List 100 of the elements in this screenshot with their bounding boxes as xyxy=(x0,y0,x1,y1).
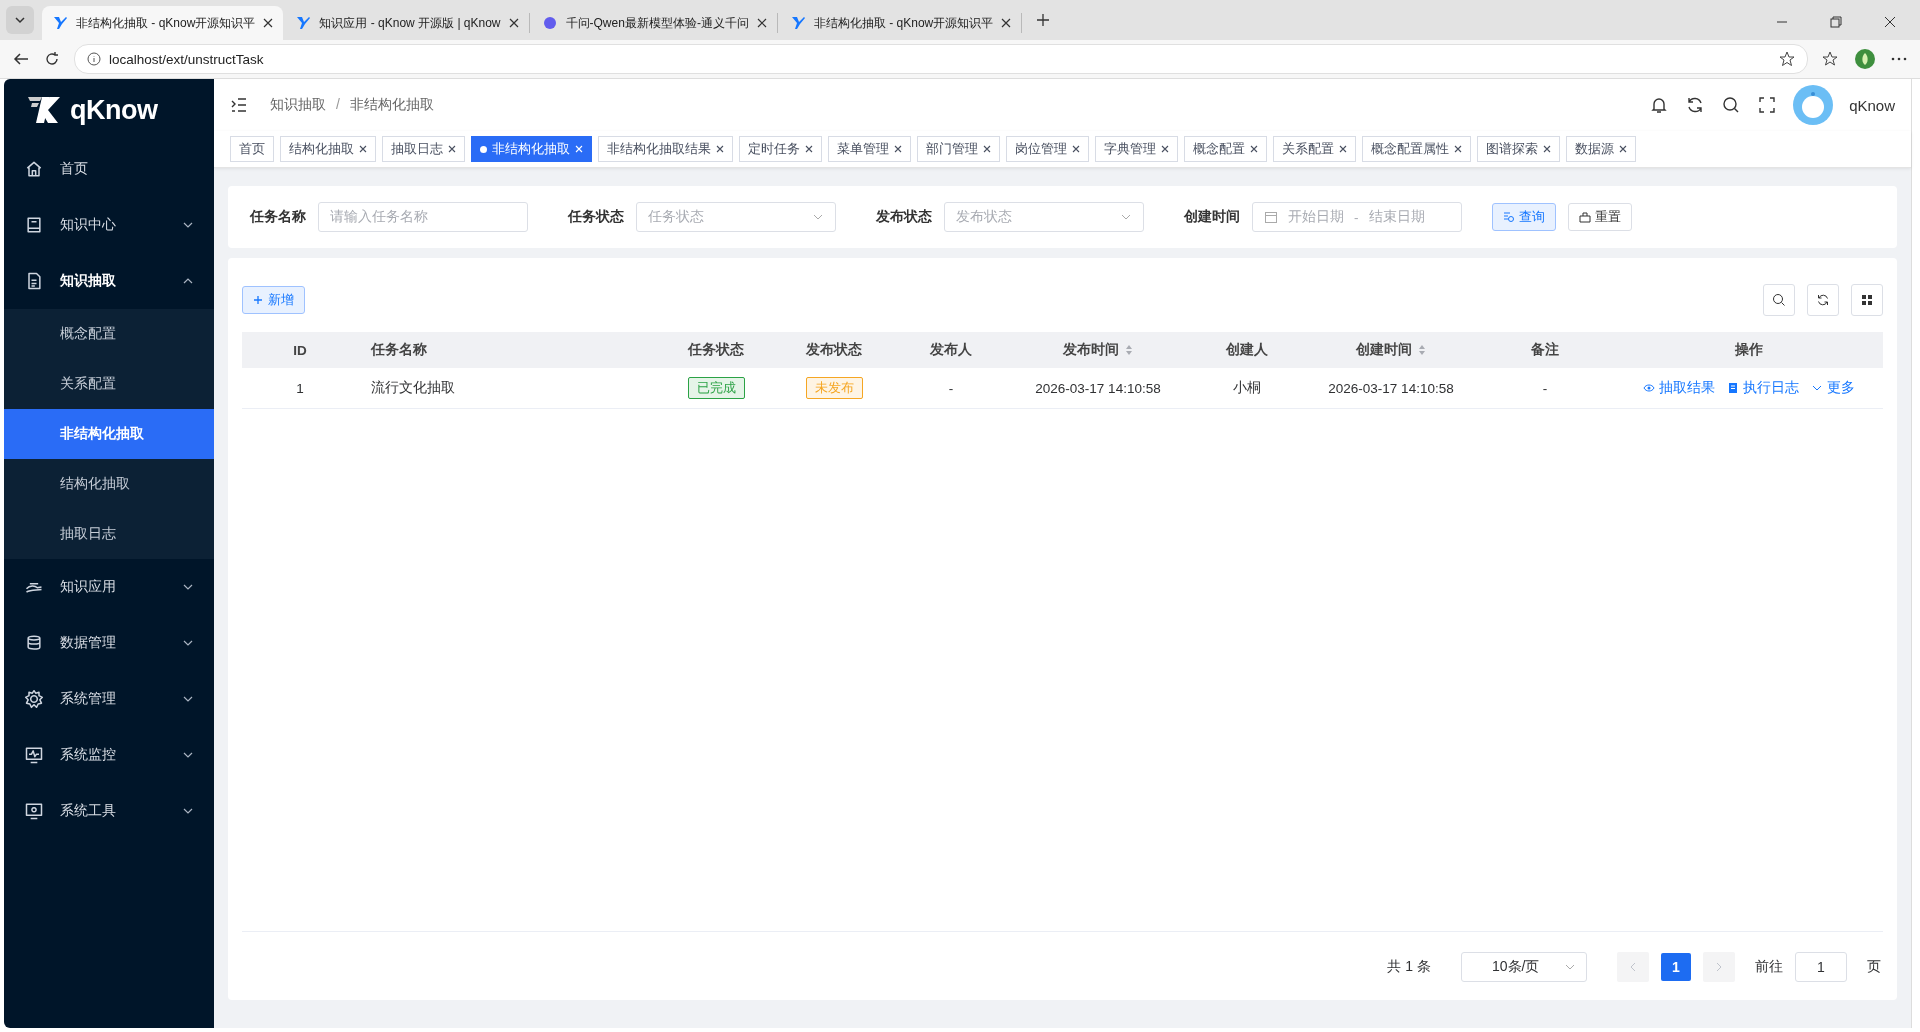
close-icon[interactable] xyxy=(1884,16,1896,28)
close-icon[interactable] xyxy=(1072,145,1080,153)
page-tab[interactable]: 岗位管理 xyxy=(1006,136,1089,162)
user-name[interactable]: qKnow xyxy=(1849,96,1895,114)
menu-item[interactable]: 系统监控 xyxy=(4,727,214,783)
menu-item[interactable]: 数据管理 xyxy=(4,615,214,671)
grid-icon[interactable] xyxy=(1851,284,1883,316)
action-link[interactable]: 执行日志 xyxy=(1726,379,1799,397)
profile-icon[interactable] xyxy=(1854,48,1876,70)
close-icon[interactable] xyxy=(1001,18,1012,28)
submenu-item[interactable]: 关系配置 xyxy=(4,359,214,409)
page-tab[interactable]: 数据源 xyxy=(1566,136,1636,162)
action-link[interactable]: 更多 xyxy=(1810,379,1855,397)
close-icon[interactable] xyxy=(359,145,367,153)
browser-tab[interactable]: 非结构化抽取 - qKnow开源知识平 xyxy=(779,13,1023,33)
document-icon xyxy=(1726,382,1739,394)
column-header: 备注 xyxy=(1530,341,1560,359)
favicon-icon xyxy=(789,15,806,31)
close-icon[interactable] xyxy=(983,145,991,153)
page-tab[interactable]: 首页 xyxy=(230,136,274,162)
address-bar[interactable]: localhost/ext/unstructTask xyxy=(74,44,1808,74)
close-icon[interactable] xyxy=(1543,145,1551,153)
close-icon[interactable] xyxy=(448,145,456,153)
browser-tab[interactable]: 知识应用 - qKnow 开源版 | qKnow xyxy=(285,13,530,33)
fullscreen-icon[interactable] xyxy=(1757,95,1778,115)
submenu-item[interactable]: 抽取日志 xyxy=(4,509,214,559)
page-tab[interactable]: 部门管理 xyxy=(917,136,1000,162)
submenu-item[interactable]: 非结构化抽取 xyxy=(4,409,214,459)
total-count: 共 1 条 xyxy=(1387,958,1431,976)
favicon-icon xyxy=(541,15,558,31)
submenu-item[interactable]: 概念配置 xyxy=(4,309,214,359)
column-header: 发布时间 xyxy=(1008,341,1188,359)
page-tab[interactable]: 菜单管理 xyxy=(828,136,911,162)
submenu-item[interactable]: 结构化抽取 xyxy=(4,459,214,509)
menu-item[interactable]: 系统工具 xyxy=(4,783,214,839)
column-header: 操作 xyxy=(1733,341,1764,359)
add-button[interactable]: 新增 xyxy=(242,286,305,314)
page-tab[interactable]: 概念配置属性 xyxy=(1362,136,1471,162)
page-tab[interactable]: 概念配置 xyxy=(1184,136,1267,162)
breadcrumb-item: 非结构化抽取 xyxy=(349,96,434,114)
breadcrumb-item[interactable]: 知识抽取 xyxy=(270,96,326,114)
tab-list-button[interactable] xyxy=(6,6,34,34)
menu-icon xyxy=(24,801,44,821)
info-icon xyxy=(87,52,101,66)
status-tag: 已完成 xyxy=(687,377,745,399)
field-label: 创建时间 xyxy=(1184,208,1240,226)
column-header: ID xyxy=(292,342,308,358)
table-cell-text: 2026-03-17 14:10:58 xyxy=(1034,380,1162,396)
close-icon[interactable] xyxy=(805,145,813,153)
browser-tab[interactable]: 非结构化抽取 - qKnow开源知识平 xyxy=(42,6,284,40)
table-cell-text: 流行文化抽取 xyxy=(370,379,456,397)
restore-icon[interactable] xyxy=(1830,16,1842,28)
menu-item[interactable]: 知识抽取 xyxy=(4,253,214,309)
page-tab[interactable]: 定时任务 xyxy=(739,136,822,162)
favicon-icon xyxy=(295,15,312,31)
close-icon[interactable] xyxy=(1339,145,1347,153)
logo-text: qKnow xyxy=(70,94,158,126)
field-label: 发布状态 xyxy=(876,208,932,226)
menu-item[interactable]: 首页 xyxy=(4,141,214,197)
breadcrumb-separator: / xyxy=(336,96,340,114)
close-icon[interactable] xyxy=(1454,145,1462,153)
search-button[interactable]: 查询 xyxy=(1492,203,1556,231)
menu-item[interactable]: 知识中心 xyxy=(4,197,214,253)
column-header: 创建人 xyxy=(1225,341,1269,359)
menu-item[interactable]: 系统管理 xyxy=(4,671,214,727)
page-tab[interactable]: 抽取日志 xyxy=(382,136,465,162)
field-label: 任务状态 xyxy=(568,208,624,226)
favicon-icon xyxy=(52,15,68,31)
search-list-icon xyxy=(1503,211,1515,223)
close-icon[interactable] xyxy=(508,18,519,28)
page-tab[interactable]: 非结构化抽取结果 xyxy=(598,136,733,162)
collapse-menu-icon[interactable] xyxy=(230,96,248,114)
table-cell-text: 2026-03-17 14:10:58 xyxy=(1327,380,1455,396)
close-icon[interactable] xyxy=(756,18,767,28)
menu-item[interactable]: 知识应用 xyxy=(4,559,214,615)
browser-tab[interactable]: 千问-Qwen最新模型体验-通义千问 xyxy=(531,13,778,33)
page-tab[interactable]: 关系配置 xyxy=(1273,136,1356,162)
close-icon[interactable] xyxy=(894,145,902,153)
close-icon[interactable] xyxy=(716,145,724,153)
close-icon[interactable] xyxy=(1250,145,1258,153)
page-tab[interactable]: 非结构化抽取 xyxy=(471,136,592,162)
column-header: 发布人 xyxy=(929,341,973,359)
favorites-icon[interactable] xyxy=(1822,50,1840,68)
page-jump-field[interactable]: 1 xyxy=(1795,952,1847,982)
menu-icon xyxy=(24,215,44,235)
page-tab[interactable]: 字典管理 xyxy=(1095,136,1178,162)
page-size-select[interactable]: 10条/页 xyxy=(1461,952,1587,982)
close-icon[interactable] xyxy=(1161,145,1169,153)
star-icon[interactable] xyxy=(1779,51,1795,67)
eye-icon xyxy=(1642,382,1655,394)
reset-button[interactable]: 重置 xyxy=(1568,203,1632,231)
menu-icon xyxy=(24,689,44,709)
reload-icon[interactable] xyxy=(44,51,60,67)
close-icon[interactable] xyxy=(263,18,274,28)
table-cell-text: - xyxy=(1541,380,1549,396)
action-link[interactable]: 抽取结果 xyxy=(1642,379,1715,397)
close-icon[interactable] xyxy=(1619,145,1627,153)
page-number[interactable]: 1 xyxy=(1661,953,1691,981)
page-tab[interactable]: 结构化抽取 xyxy=(280,136,376,162)
page-tab[interactable]: 图谱探索 xyxy=(1477,136,1560,162)
